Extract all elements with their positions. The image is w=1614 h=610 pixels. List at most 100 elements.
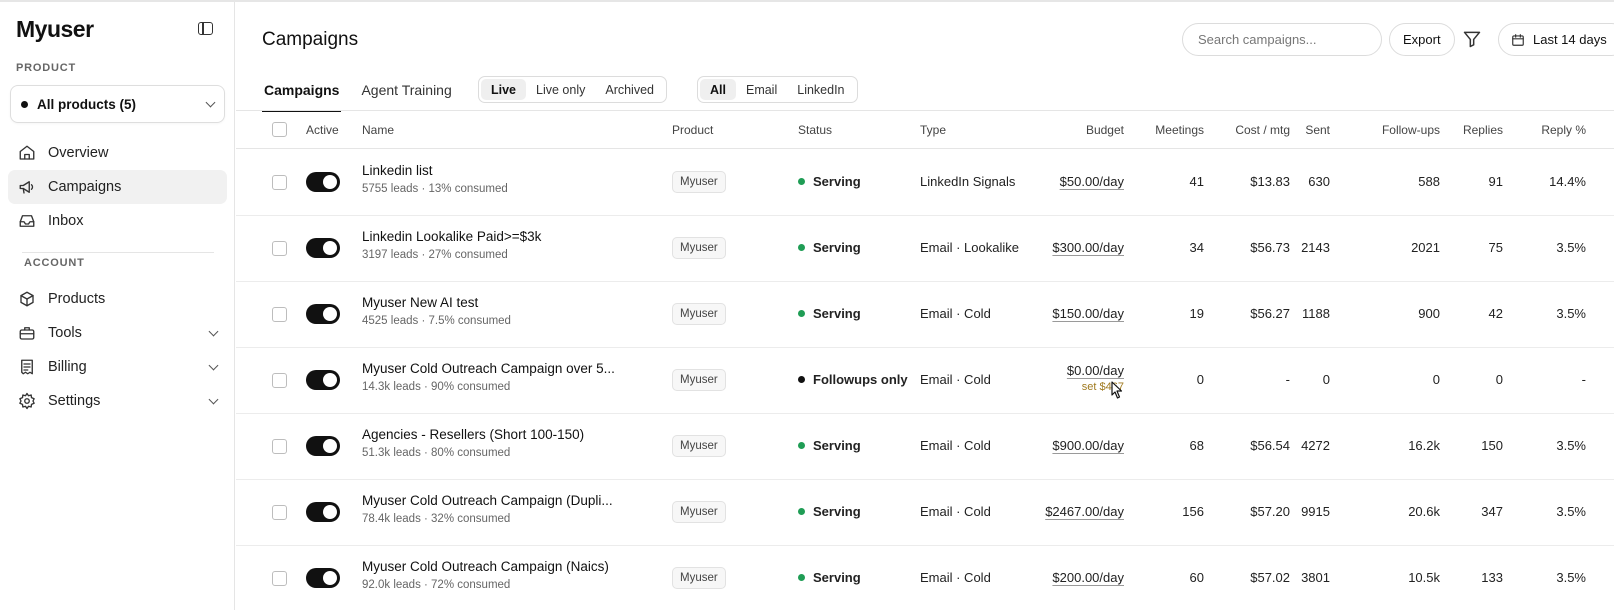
select-all-checkbox[interactable]: [272, 122, 287, 137]
campaign-name[interactable]: Agencies - Resellers (Short 100-150): [362, 427, 584, 442]
active-toggle[interactable]: [306, 238, 340, 258]
status-cell: Serving: [798, 570, 861, 585]
receipt-icon: [21, 359, 33, 375]
budget-value[interactable]: $300.00/day: [1052, 240, 1124, 255]
date-range-button[interactable]: Last 14 days: [1498, 23, 1614, 56]
active-toggle[interactable]: [306, 502, 340, 522]
status-label: Serving: [813, 240, 861, 255]
box-icon: [20, 291, 34, 307]
active-toggle[interactable]: [306, 568, 340, 588]
budget-value[interactable]: $2467.00/day: [1045, 504, 1124, 519]
column-header-product[interactable]: Product: [672, 123, 713, 137]
campaign-leads-summary: 14.3k leads · 90% consumed: [362, 381, 511, 393]
status-label: Serving: [813, 504, 861, 519]
sidebar-item-overview[interactable]: Overview: [8, 136, 227, 170]
row-checkbox[interactable]: [272, 439, 287, 454]
column-header-status[interactable]: Status: [798, 123, 832, 137]
budget-value[interactable]: $50.00/day: [1060, 174, 1124, 189]
campaign-name[interactable]: Myuser Cold Outreach Campaign (Naics): [362, 559, 609, 574]
active-toggle[interactable]: [306, 436, 340, 456]
cost-per-meeting-cell: $13.83: [1250, 174, 1290, 189]
budget-cell[interactable]: $200.00/day: [1052, 570, 1124, 585]
campaign-name[interactable]: Linkedin list: [362, 163, 508, 178]
campaign-name-cell[interactable]: Myuser Cold Outreach Campaign (Dupli... …: [362, 493, 613, 525]
column-header-followups[interactable]: Follow-ups: [1382, 123, 1440, 137]
budget-cell[interactable]: $300.00/day: [1052, 240, 1124, 255]
export-button[interactable]: Export: [1389, 23, 1455, 56]
table-row[interactable]: Agencies - Resellers (Short 100-150) 51.…: [236, 414, 1614, 480]
row-checkbox[interactable]: [272, 505, 287, 520]
product-select-label: All products (5): [37, 96, 137, 112]
column-header-cost-per-meeting[interactable]: Cost / mtg: [1235, 123, 1290, 137]
sidebar: Myuser PRODUCT All products (5) Overview…: [0, 2, 235, 610]
budget-value[interactable]: $150.00/day: [1052, 306, 1124, 321]
sidebar-item-tools[interactable]: Tools: [8, 316, 227, 350]
table-row[interactable]: Linkedin Lookalike Paid>=$3k 3197 leads …: [236, 216, 1614, 282]
sidebar-item-label: Settings: [48, 393, 101, 409]
budget-cell[interactable]: $900.00/day: [1052, 438, 1124, 453]
status-cell: Serving: [798, 504, 861, 519]
campaign-name-cell[interactable]: Myuser Cold Outreach Campaign (Naics) 92…: [362, 559, 609, 591]
filter-email[interactable]: Email: [736, 79, 787, 100]
column-header-name[interactable]: Name: [362, 123, 394, 137]
row-checkbox[interactable]: [272, 307, 287, 322]
row-checkbox[interactable]: [272, 571, 287, 586]
column-header-active[interactable]: Active: [306, 123, 339, 137]
filter-live[interactable]: Live: [481, 79, 527, 100]
sidebar-item-billing[interactable]: Billing: [8, 350, 227, 384]
table-row[interactable]: Myuser Cold Outreach Campaign over 5... …: [236, 348, 1614, 414]
filter-linkedin[interactable]: LinkedIn: [787, 79, 854, 100]
sidebar-item-settings[interactable]: Settings: [8, 384, 227, 418]
sent-cell: 2143: [1301, 240, 1330, 255]
column-header-reply-pct[interactable]: Reply %: [1541, 123, 1586, 137]
table-row[interactable]: Myuser New AI test 4525 leads · 7.5% con…: [236, 282, 1614, 348]
row-checkbox[interactable]: [272, 373, 287, 388]
tab-agent-training[interactable]: Agent Training: [359, 80, 453, 112]
product-select[interactable]: All products (5): [10, 85, 225, 123]
active-toggle[interactable]: [306, 304, 340, 324]
followups-cell: 20.6k: [1408, 504, 1440, 519]
column-header-meetings[interactable]: Meetings: [1155, 123, 1204, 137]
filter-icon[interactable]: [1462, 29, 1482, 49]
filter-archived[interactable]: Archived: [595, 79, 664, 100]
budget-cell[interactable]: $150.00/day: [1052, 306, 1124, 321]
budget-value[interactable]: $0.00/day: [1067, 363, 1124, 378]
column-header-budget[interactable]: Budget: [1086, 123, 1124, 137]
campaign-name-cell[interactable]: Myuser New AI test 4525 leads · 7.5% con…: [362, 295, 511, 327]
filter-all[interactable]: All: [700, 79, 736, 100]
campaign-name-cell[interactable]: Myuser Cold Outreach Campaign over 5... …: [362, 361, 615, 393]
sidebar-toggle-icon[interactable]: [198, 22, 213, 35]
table-row[interactable]: Linkedin list 5755 leads · 13% consumed …: [236, 150, 1614, 216]
status-dot-icon: [798, 376, 805, 383]
campaign-name-cell[interactable]: Linkedin Lookalike Paid>=$3k 3197 leads …: [362, 229, 541, 261]
filter-live-only[interactable]: Live only: [526, 79, 595, 100]
active-toggle[interactable]: [306, 172, 340, 192]
campaign-name[interactable]: Myuser New AI test: [362, 295, 511, 310]
campaign-name[interactable]: Myuser Cold Outreach Campaign (Dupli...: [362, 493, 613, 508]
active-toggle[interactable]: [306, 370, 340, 390]
meetings-cell: 156: [1182, 504, 1204, 519]
campaign-name-cell[interactable]: Agencies - Resellers (Short 100-150) 51.…: [362, 427, 584, 459]
sidebar-item-campaigns[interactable]: Campaigns: [8, 170, 227, 204]
replies-cell: 150: [1481, 438, 1503, 453]
table-row[interactable]: Myuser Cold Outreach Campaign (Naics) 92…: [236, 546, 1614, 610]
dashboard-icon: [19, 145, 35, 160]
table-row[interactable]: Myuser Cold Outreach Campaign (Dupli... …: [236, 480, 1614, 546]
campaign-name[interactable]: Linkedin Lookalike Paid>=$3k: [362, 229, 541, 244]
search-input[interactable]: [1182, 23, 1382, 56]
budget-value[interactable]: $900.00/day: [1052, 438, 1124, 453]
column-header-replies[interactable]: Replies: [1463, 123, 1503, 137]
campaign-name[interactable]: Myuser Cold Outreach Campaign over 5...: [362, 361, 615, 376]
row-checkbox[interactable]: [272, 241, 287, 256]
column-header-type[interactable]: Type: [920, 123, 946, 137]
budget-value[interactable]: $200.00/day: [1052, 570, 1124, 585]
budget-cell[interactable]: $2467.00/day: [1045, 504, 1124, 519]
status-cell: Followups only: [798, 372, 908, 387]
tab-campaigns[interactable]: Campaigns: [262, 80, 342, 112]
column-header-sent[interactable]: Sent: [1305, 123, 1330, 137]
budget-cell[interactable]: $50.00/day: [1060, 174, 1124, 189]
sidebar-item-products[interactable]: Products: [8, 282, 227, 316]
row-checkbox[interactable]: [272, 175, 287, 190]
sidebar-item-inbox[interactable]: Inbox: [8, 204, 227, 238]
campaign-name-cell[interactable]: Linkedin list 5755 leads · 13% consumed: [362, 163, 508, 195]
